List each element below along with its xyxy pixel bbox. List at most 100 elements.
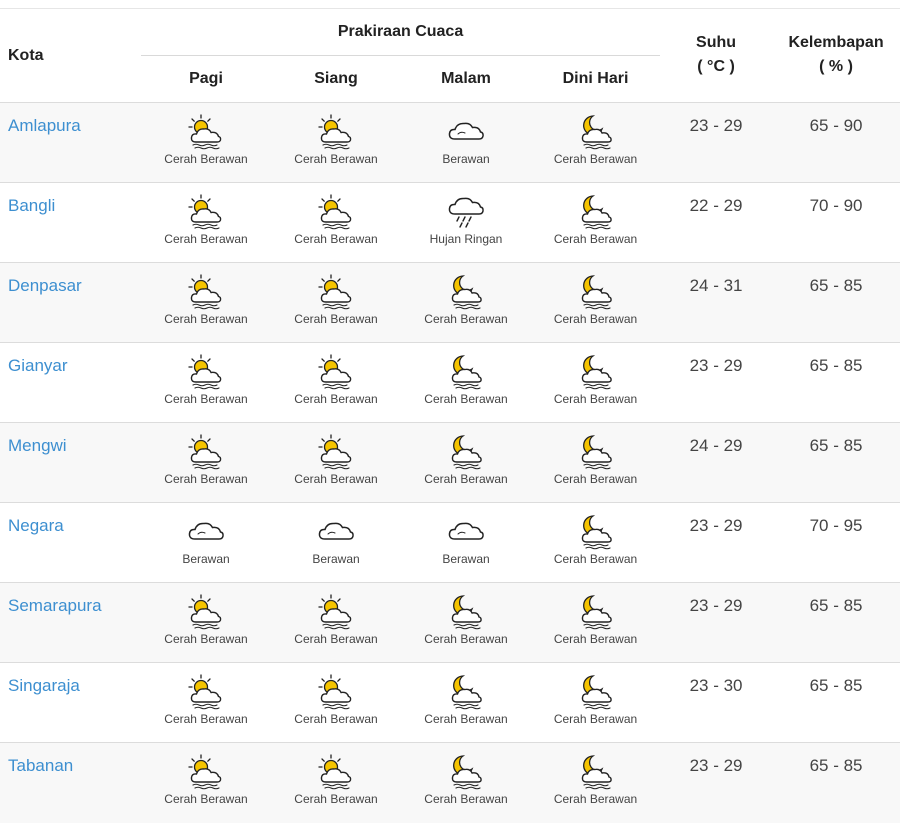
forecast-cell-pagi: Cerah Berawan <box>141 423 271 503</box>
table-row: Semarapura Cerah Berawan Cerah Berawan Cera… <box>0 582 900 663</box>
header-suhu: Suhu ( °C ) <box>660 9 772 103</box>
header-kelembapan-unit: ( % ) <box>819 58 853 75</box>
city-link[interactable]: Mengwi <box>8 436 67 455</box>
forecast-cell-siang: Cerah Berawan <box>271 103 401 183</box>
light-rain-icon <box>446 192 486 230</box>
forecast-cell-siang: Berawan <box>271 503 401 583</box>
forecast-cell-malam: Berawan <box>401 103 531 183</box>
forecast-cell-malam: Cerah Berawan <box>401 583 531 663</box>
header-malam: Malam <box>401 55 531 103</box>
city-link[interactable]: Bangli <box>8 196 55 215</box>
city-cell: Bangli <box>0 183 141 263</box>
partly-cloudy-moon-icon <box>576 432 616 470</box>
forecast-cell-pagi: Berawan <box>141 503 271 583</box>
forecast-cell-siang: Cerah Berawan <box>271 583 401 663</box>
partly-cloudy-moon-icon <box>446 752 486 790</box>
humidity-range: 65 - 85 <box>809 596 863 615</box>
humidity-range: 70 - 90 <box>809 196 863 215</box>
table-row: Tabanan Cerah Berawan Cerah Berawan Cerah B… <box>0 742 900 823</box>
temperature-range: 23 - 29 <box>689 596 743 615</box>
forecast-cell-dini-hari: Cerah Berawan <box>531 423 660 503</box>
cloud-icon <box>316 512 356 550</box>
forecast-cell-malam: Cerah Berawan <box>401 263 531 343</box>
forecast-label: Cerah Berawan <box>553 232 638 246</box>
table-row: Negara Berawan Berawan Berawan Cerah Berawan… <box>0 502 900 583</box>
temperature-range: 22 - 29 <box>689 196 743 215</box>
partly-cloudy-sun-icon <box>316 672 356 710</box>
partly-cloudy-sun-icon <box>316 192 356 230</box>
partly-cloudy-moon-icon <box>446 352 486 390</box>
partly-cloudy-moon-icon <box>576 672 616 710</box>
forecast-cell-pagi: Cerah Berawan <box>141 103 271 183</box>
forecast-cell-pagi: Cerah Berawan <box>141 743 271 823</box>
partly-cloudy-sun-icon <box>186 112 226 150</box>
forecast-cell-dini-hari: Cerah Berawan <box>531 663 660 743</box>
partly-cloudy-sun-icon <box>316 352 356 390</box>
forecast-label: Cerah Berawan <box>294 712 378 726</box>
partly-cloudy-moon-icon <box>576 352 616 390</box>
partly-cloudy-moon-icon <box>446 672 486 710</box>
partly-cloudy-sun-icon <box>316 592 356 630</box>
partly-cloudy-sun-icon <box>316 272 356 310</box>
city-cell: Gianyar <box>0 343 141 423</box>
city-link[interactable]: Amlapura <box>8 116 81 135</box>
header-suhu-label: Suhu <box>696 34 737 51</box>
forecast-cell-siang: Cerah Berawan <box>271 263 401 343</box>
forecast-label: Berawan <box>182 552 230 566</box>
forecast-label: Cerah Berawan <box>164 712 248 726</box>
partly-cloudy-moon-icon <box>446 592 486 630</box>
partly-cloudy-sun-icon <box>186 672 226 710</box>
partly-cloudy-moon-icon <box>576 752 616 790</box>
forecast-cell-dini-hari: Cerah Berawan <box>531 103 660 183</box>
forecast-label: Cerah Berawan <box>294 312 378 326</box>
forecast-label: Cerah Berawan <box>424 472 508 486</box>
forecast-cell-dini-hari: Cerah Berawan <box>531 263 660 343</box>
city-cell: Tabanan <box>0 743 141 823</box>
forecast-label: Cerah Berawan <box>164 312 248 326</box>
table-row: Gianyar Cerah Berawan Cerah Berawan Cerah B… <box>0 342 900 423</box>
city-cell: Mengwi <box>0 423 141 503</box>
city-link[interactable]: Negara <box>8 516 64 535</box>
forecast-label: Cerah Berawan <box>424 312 508 326</box>
partly-cloudy-sun-icon <box>186 432 226 470</box>
humidity-range: 70 - 95 <box>809 516 863 535</box>
forecast-cell-pagi: Cerah Berawan <box>141 343 271 423</box>
partly-cloudy-sun-icon <box>186 592 226 630</box>
city-cell: Singaraja <box>0 663 141 743</box>
city-link[interactable]: Gianyar <box>8 356 68 375</box>
forecast-cell-pagi: Cerah Berawan <box>141 583 271 663</box>
city-link[interactable]: Semarapura <box>8 596 102 615</box>
forecast-label: Cerah Berawan <box>164 792 248 806</box>
humidity-range: 65 - 90 <box>809 116 863 135</box>
forecast-cell-malam: Cerah Berawan <box>401 743 531 823</box>
temperature-range: 24 - 31 <box>689 276 743 295</box>
city-link[interactable]: Singaraja <box>8 676 80 695</box>
city-cell: Amlapura <box>0 103 141 183</box>
weather-forecast-table: Kota Prakiraan Cuaca Suhu ( °C ) Kelemba… <box>0 9 900 823</box>
partly-cloudy-moon-icon <box>576 272 616 310</box>
header-prakiraan-cuaca: Prakiraan Cuaca <box>337 23 464 40</box>
forecast-cell-malam: Berawan <box>401 503 531 583</box>
forecast-label: Cerah Berawan <box>294 232 378 246</box>
forecast-cell-siang: Cerah Berawan <box>271 183 401 263</box>
forecast-label: Cerah Berawan <box>553 712 638 726</box>
header-siang: Siang <box>271 55 401 103</box>
cloud-icon <box>446 512 486 550</box>
forecast-label: Cerah Berawan <box>553 152 638 166</box>
forecast-label: Cerah Berawan <box>164 472 248 486</box>
header-kelembapan-label: Kelembapan <box>788 34 884 51</box>
forecast-label: Cerah Berawan <box>553 552 638 566</box>
forecast-cell-malam: Cerah Berawan <box>401 663 531 743</box>
forecast-label: Berawan <box>442 152 490 166</box>
cloud-icon <box>446 112 486 150</box>
forecast-label: Cerah Berawan <box>294 152 378 166</box>
humidity-range: 65 - 85 <box>809 676 863 695</box>
forecast-cell-dini-hari: Cerah Berawan <box>531 583 660 663</box>
city-link[interactable]: Tabanan <box>8 756 73 775</box>
forecast-label: Cerah Berawan <box>424 632 508 646</box>
table-row: Mengwi Cerah Berawan Cerah Berawan Cerah Be… <box>0 422 900 503</box>
header-suhu-unit: ( °C ) <box>697 58 735 75</box>
city-link[interactable]: Denpasar <box>8 276 82 295</box>
forecast-label: Cerah Berawan <box>553 312 638 326</box>
forecast-rows: Amlapura Cerah Berawan Cerah Berawan Berawa… <box>0 102 900 823</box>
